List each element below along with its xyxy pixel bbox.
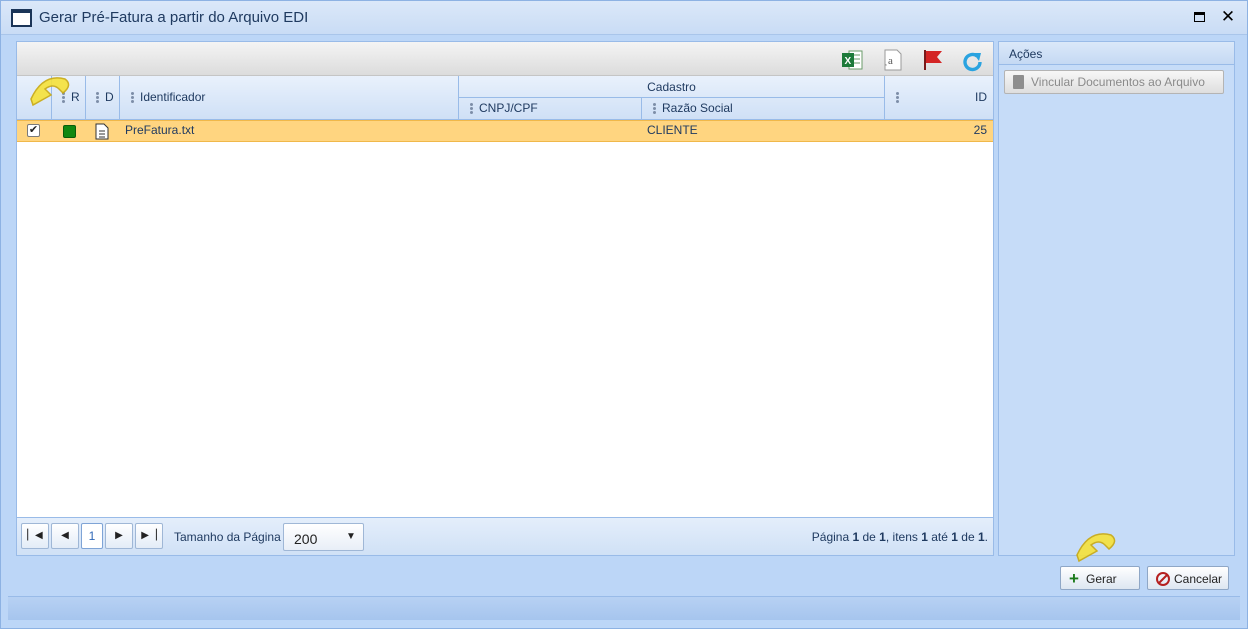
pagination-info: Página 1 de 1, itens 1 até 1 de 1. <box>811 530 988 544</box>
refresh-icon[interactable] <box>961 50 985 74</box>
next-page-button[interactable]: ▶ <box>105 523 133 549</box>
grid-header: R D Identificador Cadastro CNPJ/CPF Razã… <box>17 76 993 120</box>
document-icon[interactable] <box>95 123 109 140</box>
cancel-icon <box>1156 572 1170 586</box>
document-icon <box>1013 75 1024 89</box>
svg-text:,: , <box>885 60 887 67</box>
flag-icon[interactable] <box>921 48 945 72</box>
gerar-button[interactable]: + Gerar <box>1060 566 1140 590</box>
vincular-documentos-button[interactable]: Vincular Documentos ao Arquivo <box>1004 70 1224 94</box>
plus-icon: + <box>1069 569 1079 588</box>
pagination-bar: ▏◀ ◀ 1 ▶ ▶▕ Tamanho da Página 200 ▼ Pági… <box>17 517 993 555</box>
text-format-icon[interactable]: a , <box>881 48 905 72</box>
header-identificador[interactable]: Identificador <box>120 76 459 120</box>
header-cnpj-cpf[interactable]: CNPJ/CPF <box>459 98 642 120</box>
header-id[interactable]: ID <box>885 76 993 120</box>
window-icon <box>11 9 32 27</box>
row-checkbox[interactable]: ✔ <box>27 124 40 137</box>
prev-page-button[interactable]: ◀ <box>51 523 79 549</box>
cell-razao-social: CLIENTE <box>647 123 698 137</box>
grid-toolbar: X a , <box>17 42 993 76</box>
close-button[interactable]: ✕ <box>1220 8 1236 25</box>
pointer-arrow-icon <box>30 77 70 107</box>
header-group-cadastro: Cadastro <box>459 76 885 98</box>
column-grip-icon <box>96 91 99 104</box>
column-grip-icon <box>131 91 134 104</box>
dialog-window: Gerar Pré-Fatura a partir do Arquivo EDI… <box>0 0 1248 629</box>
excel-export-icon[interactable]: X <box>840 48 864 72</box>
column-grip-icon <box>896 91 899 104</box>
page-size-select[interactable]: 200 ▼ <box>283 523 364 551</box>
header-col-d[interactable]: D <box>86 76 120 120</box>
cell-id: 25 <box>973 123 987 137</box>
status-indicator <box>63 125 76 138</box>
column-grip-icon <box>653 102 656 115</box>
table-row[interactable]: ✔ PreFatura.txt CLIENTE 25 <box>17 120 993 142</box>
column-grip-icon <box>470 102 473 115</box>
maximize-button[interactable] <box>1192 9 1208 25</box>
grid-panel: X a , R D Identificador Cadastro CNPJ/CP… <box>16 41 994 556</box>
dropdown-arrow-icon: ▼ <box>346 531 356 542</box>
title-bar: Gerar Pré-Fatura a partir do Arquivo EDI… <box>1 1 1247 35</box>
maximize-icon <box>1194 12 1205 22</box>
page-size-label: Tamanho da Página <box>174 530 281 544</box>
cell-identificador: PreFatura.txt <box>125 123 195 137</box>
pointer-arrow-icon <box>1076 533 1116 563</box>
page-number-button[interactable]: 1 <box>81 523 103 549</box>
actions-panel: Ações Vincular Documentos ao Arquivo <box>998 41 1235 556</box>
first-page-button[interactable]: ▏◀ <box>21 523 49 549</box>
window-title: Gerar Pré-Fatura a partir do Arquivo EDI <box>39 9 309 26</box>
page-size-value: 200 <box>294 531 318 547</box>
svg-text:a: a <box>888 55 893 67</box>
cancelar-button[interactable]: Cancelar <box>1147 566 1229 590</box>
actions-title: Ações <box>999 42 1234 65</box>
header-razao-social[interactable]: Razão Social <box>642 98 885 120</box>
last-page-button[interactable]: ▶▕ <box>135 523 163 549</box>
status-bar <box>8 596 1240 620</box>
svg-text:X: X <box>845 56 852 67</box>
